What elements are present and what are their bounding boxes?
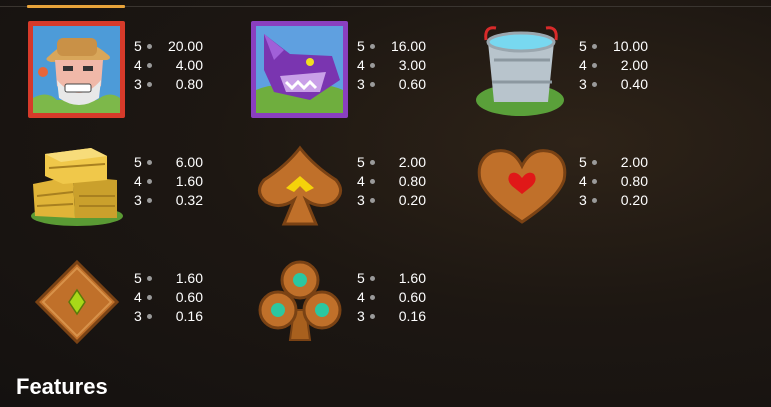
bullet-icon bbox=[370, 276, 375, 281]
bullet-icon bbox=[370, 63, 375, 68]
bullet-icon bbox=[592, 179, 597, 184]
pay-values: 5 10.00 4 2.00 3 0.40 bbox=[579, 37, 648, 94]
pay-row: 3 0.32 bbox=[134, 192, 203, 208]
paytable-entry-spade: 5 2.00 4 0.80 3 0.20 bbox=[250, 136, 473, 236]
bullet-icon bbox=[147, 179, 152, 184]
pay-values: 5 2.00 4 0.80 3 0.20 bbox=[579, 153, 648, 210]
paytable-entry-wolf: 5 16.00 4 3.00 3 0.60 bbox=[250, 20, 473, 120]
pay-row: 3 0.60 bbox=[357, 76, 426, 92]
water-bucket-icon bbox=[472, 20, 572, 120]
farmer-icon bbox=[27, 20, 127, 120]
features-heading: Features bbox=[16, 374, 108, 399]
pay-values: 5 1.60 4 0.60 3 0.16 bbox=[134, 269, 203, 326]
pay-row: 4 0.60 bbox=[134, 289, 203, 305]
pay-row: 4 1.60 bbox=[134, 173, 203, 189]
paytable-entry-club: 5 1.60 4 0.60 3 0.16 bbox=[250, 252, 473, 352]
pay-row: 5 10.00 bbox=[579, 38, 648, 54]
bullet-icon bbox=[592, 160, 597, 165]
heart-icon bbox=[472, 136, 572, 236]
pay-row: 4 0.80 bbox=[357, 173, 426, 189]
bullet-icon bbox=[592, 63, 597, 68]
hay-bales-icon bbox=[27, 136, 127, 236]
bullet-icon bbox=[147, 160, 152, 165]
pay-row: 5 16.00 bbox=[357, 38, 426, 54]
bullet-icon bbox=[370, 160, 375, 165]
pay-row: 5 20.00 bbox=[134, 38, 203, 54]
bullet-icon bbox=[147, 44, 152, 49]
club-icon bbox=[250, 252, 350, 352]
pay-row: 3 0.40 bbox=[579, 76, 648, 92]
bullet-icon bbox=[370, 179, 375, 184]
bullet-icon bbox=[370, 82, 375, 87]
pay-row: 5 2.00 bbox=[579, 154, 648, 170]
pay-row: 3 0.20 bbox=[357, 192, 426, 208]
pay-row: 4 0.60 bbox=[357, 289, 426, 305]
bullet-icon bbox=[592, 198, 597, 203]
pay-row: 3 0.16 bbox=[357, 308, 426, 324]
pay-row: 3 0.80 bbox=[134, 76, 203, 92]
pay-row: 5 1.60 bbox=[357, 270, 426, 286]
pay-values: 5 2.00 4 0.80 3 0.20 bbox=[357, 153, 426, 210]
bullet-icon bbox=[147, 314, 152, 319]
pay-row: 4 2.00 bbox=[579, 57, 648, 73]
pay-row: 4 0.80 bbox=[579, 173, 648, 189]
bullet-icon bbox=[147, 295, 152, 300]
active-tab-indicator bbox=[27, 5, 125, 8]
pay-row: 5 6.00 bbox=[134, 154, 203, 170]
paytable-entry-farmer: 5 20.00 4 4.00 3 0.80 bbox=[27, 20, 250, 120]
paytable-entry-hay: 5 6.00 4 1.60 3 0.32 bbox=[27, 136, 250, 236]
bullet-icon bbox=[147, 63, 152, 68]
pay-row: 4 3.00 bbox=[357, 57, 426, 73]
bullet-icon bbox=[370, 295, 375, 300]
bullet-icon bbox=[370, 198, 375, 203]
bullet-icon bbox=[592, 82, 597, 87]
pay-row: 5 1.60 bbox=[134, 270, 203, 286]
bullet-icon bbox=[592, 44, 597, 49]
pay-values: 5 1.60 4 0.60 3 0.16 bbox=[357, 269, 426, 326]
pay-values: 5 6.00 4 1.60 3 0.32 bbox=[134, 153, 203, 210]
wolf-icon bbox=[250, 20, 350, 120]
paytable-entry-bucket: 5 10.00 4 2.00 3 0.40 bbox=[472, 20, 695, 120]
pay-row: 5 2.00 bbox=[357, 154, 426, 170]
paytable-entry-diamond: 5 1.60 4 0.60 3 0.16 bbox=[27, 252, 250, 352]
pay-values: 5 16.00 4 3.00 3 0.60 bbox=[357, 37, 426, 94]
bullet-icon bbox=[147, 82, 152, 87]
pay-row: 3 0.16 bbox=[134, 308, 203, 324]
diamond-icon bbox=[27, 252, 127, 352]
paytable-entry-heart: 5 2.00 4 0.80 3 0.20 bbox=[472, 136, 695, 236]
pay-values: 5 20.00 4 4.00 3 0.80 bbox=[134, 37, 203, 94]
spade-icon bbox=[250, 136, 350, 236]
bullet-icon bbox=[147, 276, 152, 281]
pay-row: 4 4.00 bbox=[134, 57, 203, 73]
pay-row: 3 0.20 bbox=[579, 192, 648, 208]
bullet-icon bbox=[370, 44, 375, 49]
bullet-icon bbox=[370, 314, 375, 319]
bullet-icon bbox=[147, 198, 152, 203]
